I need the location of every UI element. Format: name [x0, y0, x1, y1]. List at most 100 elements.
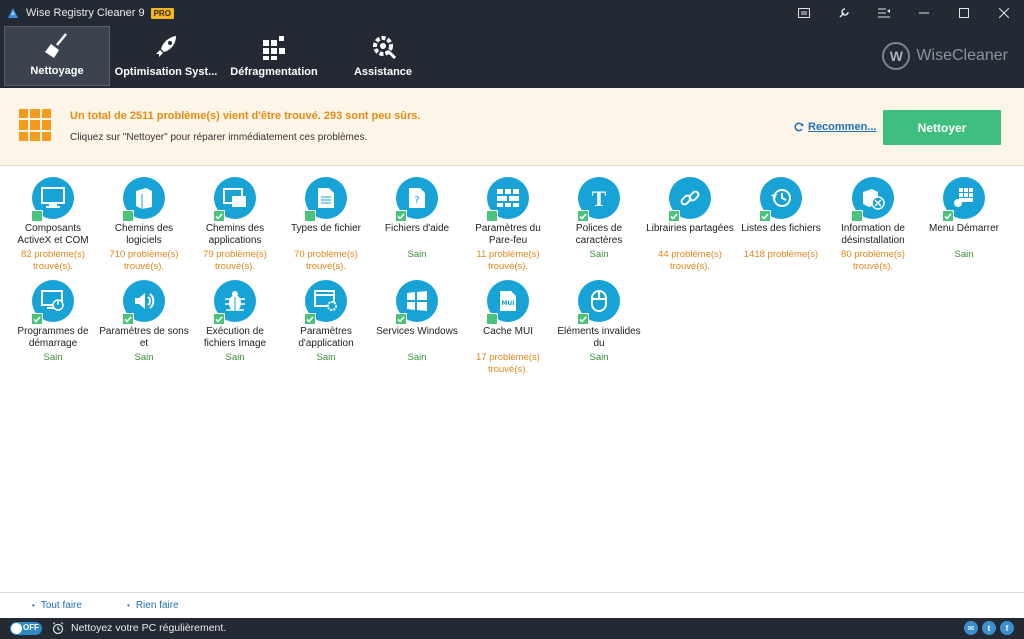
checkbox-checked[interactable] [213, 313, 225, 325]
broom-icon [45, 33, 67, 58]
category-status: Sain [407, 249, 427, 260]
check-icon [124, 315, 132, 323]
startup-icon [41, 290, 64, 311]
scan-summary: Un total de 2511 problème(s) vient d'êtr… [70, 110, 421, 122]
select-none-link[interactable]: Rien faire [127, 600, 179, 611]
checkbox-checked[interactable] [31, 313, 43, 325]
help-file-icon: ? [409, 188, 425, 208]
facebook-icon[interactable]: f [1000, 621, 1014, 635]
scan-result-banner: Un total de 2511 problème(s) vient d'êtr… [0, 88, 1024, 166]
check-icon [397, 212, 405, 220]
selection-links: Tout faire Rien faire [0, 592, 1024, 618]
checkbox[interactable] [486, 210, 498, 222]
app-windows-icon [223, 188, 246, 207]
checkbox-checked[interactable] [942, 210, 954, 222]
menu-button[interactable] [864, 0, 904, 26]
category-sound-settings[interactable]: Paramètres de sons et Sain [99, 280, 189, 364]
auto-clean-toggle[interactable]: OFF [10, 622, 42, 635]
category-start-menu[interactable]: Menu Démarrer Sain [919, 177, 1009, 261]
category-status: Sain [407, 352, 427, 363]
category-label: Paramètres de sons et [99, 326, 189, 349]
category-shared-libraries[interactable]: Librairies partagées 44 problème(s) trou… [645, 177, 735, 273]
software-box-icon [136, 188, 152, 209]
category-label: Listes des fichiers [741, 223, 821, 234]
category-label: Types de fichier [290, 223, 362, 234]
recommended-link[interactable]: Recommen... [794, 121, 876, 133]
category-label: Programmes de démarrage [17, 326, 89, 349]
check-icon [397, 315, 405, 323]
checkbox[interactable] [486, 313, 498, 325]
svg-text:MUI: MUI [501, 300, 514, 307]
checkbox-checked[interactable] [395, 313, 407, 325]
tab-defragmentation[interactable]: Défragmentation [222, 26, 326, 86]
checkbox[interactable] [304, 210, 316, 222]
tab-nettoyage[interactable]: Nettoyage [4, 26, 110, 86]
checkbox-checked[interactable] [395, 210, 407, 222]
category-activex[interactable]: Composants ActiveX et COM 82 problème(s)… [8, 177, 98, 273]
category-label: Chemins des logiciels [114, 223, 174, 246]
email-icon[interactable]: ✉ [964, 621, 978, 635]
close-button[interactable] [984, 0, 1024, 26]
twitter-icon[interactable]: t [982, 621, 996, 635]
category-label: Exécution de fichiers Image [203, 326, 267, 349]
category-image-execution[interactable]: Exécution de fichiers Image Sain [190, 280, 280, 364]
category-label: Cache MUI [482, 326, 533, 337]
checkbox[interactable] [122, 210, 134, 222]
maximize-icon [959, 8, 969, 18]
title-bar: Wise Registry Cleaner 9 PRO [0, 0, 1024, 26]
tab-optimisation[interactable]: Optimisation Syst... [112, 26, 220, 86]
clean-button[interactable]: Nettoyer [883, 110, 1001, 145]
link-icon [680, 190, 700, 206]
category-status: Sain [225, 352, 245, 363]
category-windows-services[interactable]: Services Windows Sain [372, 280, 462, 364]
category-mui-cache[interactable]: MUI Cache MUI 17 problème(s) trouvé(s). [463, 280, 553, 376]
category-app-settings[interactable]: Paramètres d'application Sain [281, 280, 371, 364]
message-button[interactable] [784, 0, 824, 26]
category-uninstall-info[interactable]: Information de désinstallation 80 problè… [828, 177, 918, 273]
category-invalid-elements[interactable]: Eléments invalides du Sain [554, 280, 644, 364]
checkbox[interactable] [31, 210, 43, 222]
checkbox-checked[interactable] [213, 210, 225, 222]
category-software-paths[interactable]: Chemins des logiciels 710 problème(s) tr… [99, 177, 189, 273]
pro-badge: PRO [150, 7, 174, 19]
category-label: Polices de caractères [575, 223, 623, 246]
checkbox[interactable] [851, 210, 863, 222]
category-firewall[interactable]: Paramètres du Pare-feu 11 problème(s) tr… [463, 177, 553, 273]
defrag-icon [263, 36, 285, 60]
rocket-icon [156, 36, 176, 57]
select-all-link[interactable]: Tout faire [32, 600, 82, 611]
menu-list-icon [878, 8, 890, 18]
checkbox-checked[interactable] [759, 210, 771, 222]
category-app-paths[interactable]: Chemins des applications 79 problème(s) … [190, 177, 280, 273]
close-icon [999, 8, 1009, 18]
wrench-icon [839, 8, 849, 18]
tab-assistance[interactable]: Assistance [330, 26, 436, 86]
settings-button[interactable] [824, 0, 864, 26]
maximize-button[interactable] [944, 0, 984, 26]
checkbox-checked[interactable] [577, 210, 589, 222]
checkbox-checked[interactable] [668, 210, 680, 222]
category-file-lists[interactable]: Listes des fichiers 1418 problème(s) [736, 177, 826, 261]
tab-optimisation-label: Optimisation Syst... [114, 66, 218, 78]
scan-hint: Cliquez sur "Nettoyer" pour réparer immé… [70, 132, 368, 143]
checkbox-checked[interactable] [122, 313, 134, 325]
category-label: Chemins des applications [205, 223, 265, 246]
category-status: Sain [589, 249, 609, 260]
check-icon [215, 212, 223, 220]
category-fonts[interactable]: T Polices de caractères Sain [554, 177, 644, 261]
category-label: Services Windows [376, 326, 458, 337]
checkbox-checked[interactable] [577, 313, 589, 325]
category-help-files[interactable]: ? Fichiers d'aide Sain [372, 177, 462, 261]
checkbox-checked[interactable] [304, 313, 316, 325]
minimize-button[interactable] [904, 0, 944, 26]
category-file-types[interactable]: Types de fichier 70 problème(s) trouvé(s… [281, 177, 371, 273]
category-label: Eléments invalides du [557, 326, 641, 349]
category-status: 11 problème(s) trouvé(s). [476, 249, 540, 272]
category-startup-programs[interactable]: Programmes de démarrage Sain [8, 280, 98, 364]
recommended-label: Recommen... [808, 121, 877, 133]
main-nav: Nettoyage Optimisation Syst... Défragmen… [0, 26, 1024, 88]
svg-text:T: T [592, 187, 607, 209]
toggle-label: OFF [23, 623, 39, 632]
tools-icon [373, 36, 397, 60]
registry-categories: Composants ActiveX et COM 82 problème(s)… [0, 167, 1024, 592]
